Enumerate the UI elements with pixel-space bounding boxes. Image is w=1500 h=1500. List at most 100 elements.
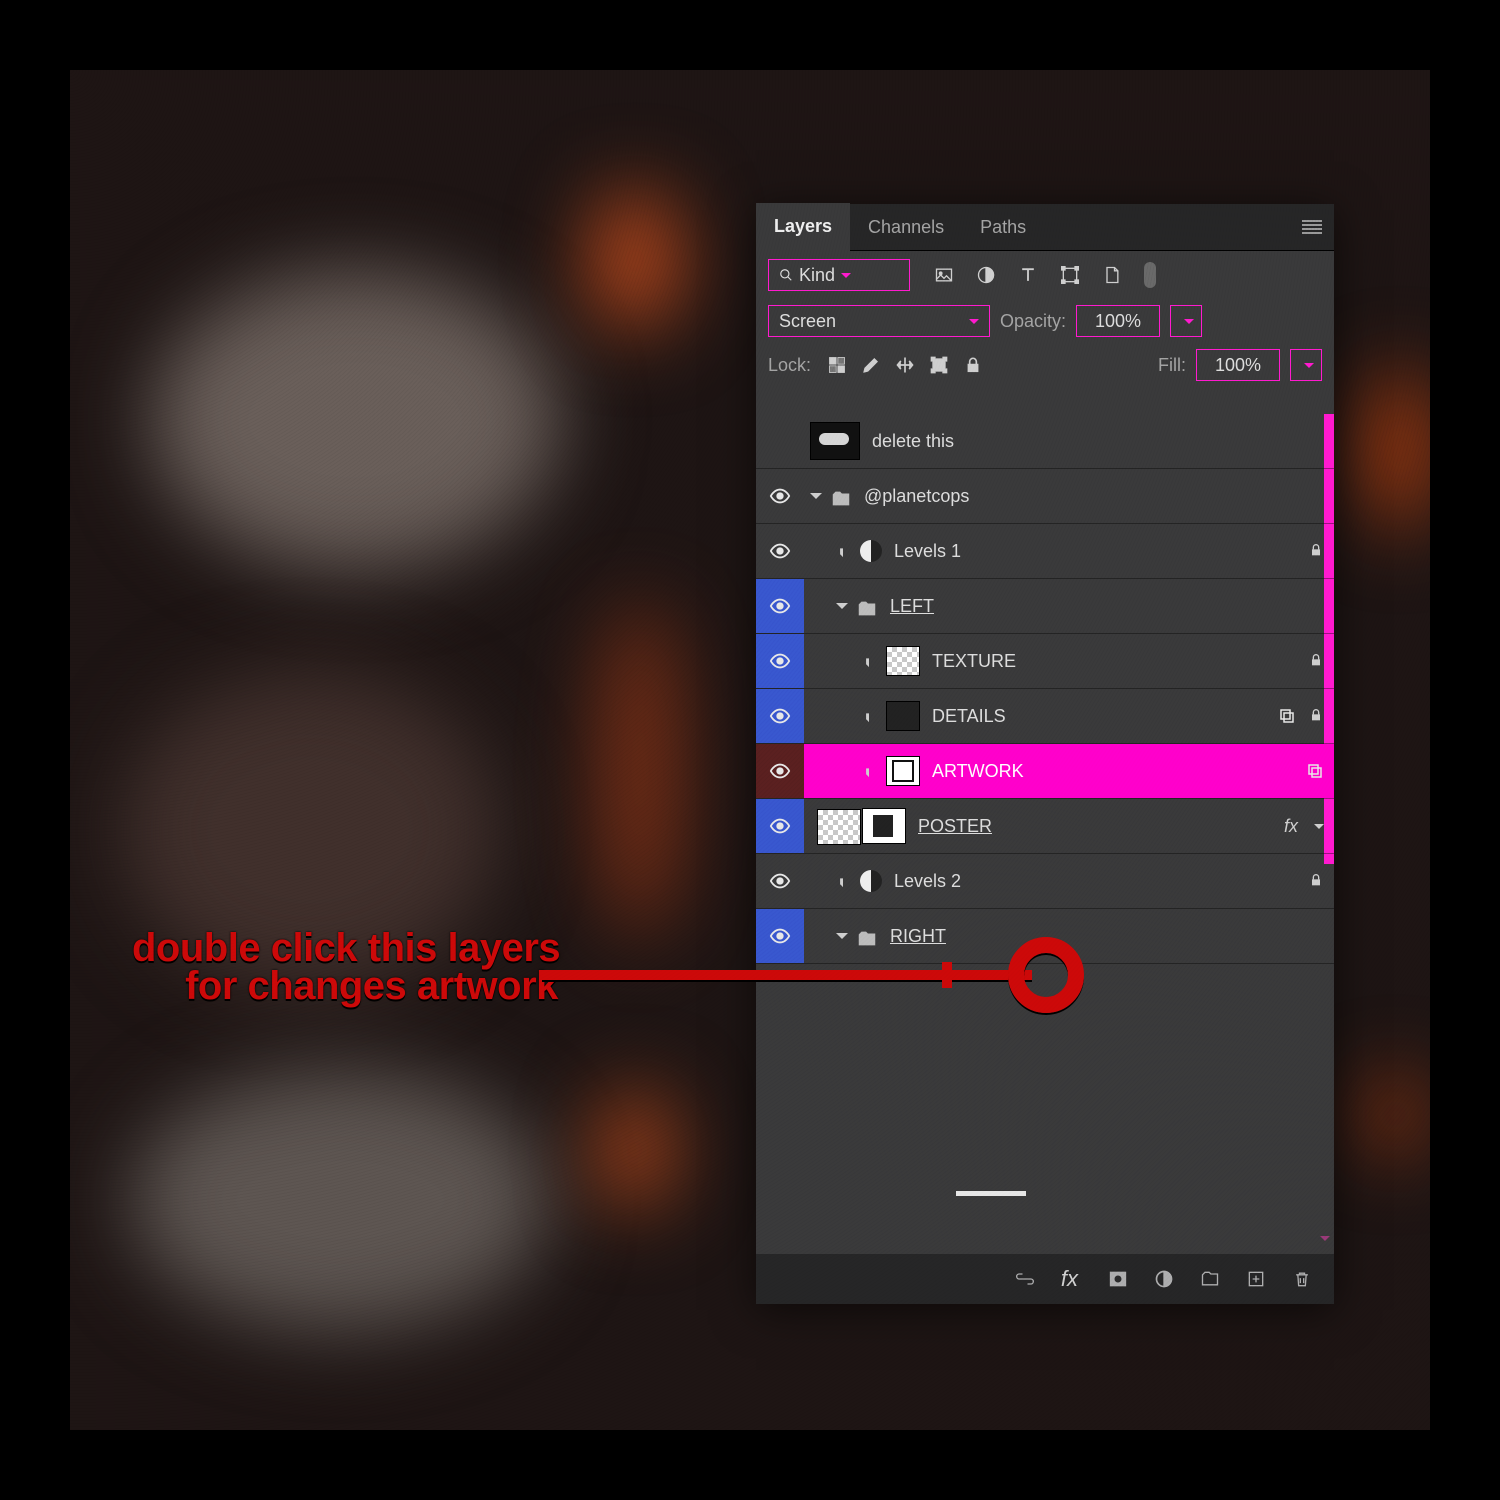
- expand-toggle-icon[interactable]: [810, 493, 822, 505]
- visibility-toggle[interactable]: [756, 414, 804, 468]
- tab-channels[interactable]: Channels: [850, 204, 962, 250]
- blend-row: Screen Opacity: 100%: [756, 299, 1334, 343]
- layer-row-texture[interactable]: TEXTURE: [756, 634, 1334, 689]
- fill-value-field[interactable]: 100%: [1196, 349, 1280, 381]
- tab-layers[interactable]: Layers: [756, 203, 850, 251]
- tab-paths[interactable]: Paths: [962, 204, 1044, 250]
- lock-transparent-icon[interactable]: [827, 355, 847, 375]
- layer-thumb[interactable]: [886, 646, 920, 676]
- layer-row-levels2[interactable]: Levels 2: [756, 854, 1334, 909]
- eye-icon: [769, 485, 791, 507]
- opacity-dropdown[interactable]: [1170, 305, 1202, 337]
- expand-toggle-icon[interactable]: [836, 603, 848, 615]
- lock-label: Lock:: [768, 355, 811, 376]
- layer-name[interactable]: DETAILS: [932, 706, 1006, 727]
- layer-row-artwork[interactable]: ARTWORK: [756, 744, 1334, 799]
- smart-object-icon: [1306, 762, 1324, 780]
- layer-name[interactable]: Levels 1: [894, 541, 961, 562]
- adjustment-icon: [860, 540, 882, 562]
- opacity-value-field[interactable]: 100%: [1076, 305, 1160, 337]
- layer-thumb[interactable]: [886, 756, 920, 786]
- visibility-toggle[interactable]: [756, 744, 804, 798]
- layer-row-details[interactable]: DETAILS: [756, 689, 1334, 744]
- layer-name[interactable]: ARTWORK: [932, 761, 1024, 782]
- filter-type-icon[interactable]: [1018, 265, 1038, 285]
- eye-icon: [769, 540, 791, 562]
- layer-name[interactable]: POSTER: [918, 816, 992, 837]
- visibility-toggle[interactable]: [756, 469, 804, 523]
- add-adjustment-icon[interactable]: [1154, 1269, 1174, 1289]
- clip-icon: [862, 654, 876, 668]
- layer-thumb[interactable]: [810, 422, 860, 460]
- folder-icon: [856, 598, 878, 614]
- opacity-label: Opacity:: [1000, 311, 1066, 332]
- add-layer-icon[interactable]: [1246, 1269, 1266, 1289]
- link-layers-icon[interactable]: [1015, 1269, 1035, 1289]
- filter-pixel-icon[interactable]: [934, 265, 954, 285]
- visibility-toggle[interactable]: [756, 524, 804, 578]
- visibility-toggle[interactable]: [756, 634, 804, 688]
- filter-adjust-icon[interactable]: [976, 265, 996, 285]
- layer-name[interactable]: TEXTURE: [932, 651, 1016, 672]
- lock-position-icon[interactable]: [895, 355, 915, 375]
- fill-dropdown[interactable]: [1290, 349, 1322, 381]
- delete-layer-icon[interactable]: [1292, 1269, 1312, 1289]
- visibility-toggle[interactable]: [756, 799, 804, 853]
- layer-name[interactable]: Levels 2: [894, 871, 961, 892]
- folder-icon: [830, 488, 852, 504]
- layer-row-left[interactable]: LEFT: [756, 579, 1334, 634]
- lock-paint-icon[interactable]: [861, 355, 881, 375]
- layer-row-planetcops[interactable]: @planetcops: [756, 469, 1334, 524]
- fx-indicator[interactable]: fx: [1284, 816, 1298, 837]
- instruction-arrow: [542, 970, 1032, 980]
- visibility-toggle[interactable]: [756, 689, 804, 743]
- opacity-value-text: 100%: [1095, 311, 1141, 332]
- add-mask-icon[interactable]: [1108, 1269, 1128, 1289]
- layers-panel: Layers Channels Paths Kind Sc: [756, 204, 1334, 1304]
- eye-icon: [769, 705, 791, 727]
- blend-mode-dropdown[interactable]: Screen: [768, 305, 990, 337]
- lock-artboard-icon[interactable]: [929, 355, 949, 375]
- layer-name[interactable]: LEFT: [890, 596, 934, 617]
- filter-smart-icon[interactable]: [1102, 265, 1122, 285]
- lock-icon: [1308, 542, 1324, 560]
- layer-row-delete[interactable]: delete this: [756, 414, 1334, 469]
- add-group-icon[interactable]: [1200, 1269, 1220, 1289]
- fill-value-text: 100%: [1215, 355, 1261, 376]
- chevron-down-icon: [969, 319, 979, 329]
- expand-toggle-icon[interactable]: [836, 933, 848, 945]
- thumb-resize-handle[interactable]: [956, 1191, 1026, 1196]
- filter-color-icon[interactable]: [1144, 262, 1156, 288]
- filter-kind-label: Kind: [799, 265, 835, 286]
- layer-thumb[interactable]: [886, 701, 920, 731]
- search-icon: [779, 268, 793, 282]
- lock-icon: [1308, 652, 1324, 670]
- filter-row: Kind: [756, 251, 1334, 299]
- visibility-toggle[interactable]: [756, 854, 804, 908]
- layer-name[interactable]: delete this: [872, 431, 954, 452]
- layer-name[interactable]: @planetcops: [864, 486, 969, 507]
- filter-kind-dropdown[interactable]: Kind: [768, 259, 910, 291]
- layer-row-levels1[interactable]: Levels 1: [756, 524, 1334, 579]
- visibility-toggle[interactable]: [756, 579, 804, 633]
- clip-icon: [836, 544, 850, 558]
- chevron-down-icon[interactable]: [1314, 824, 1324, 834]
- panel-menu-icon[interactable]: [1302, 220, 1322, 234]
- eye-icon: [769, 870, 791, 892]
- filter-shape-icon[interactable]: [1060, 265, 1080, 285]
- eye-icon: [769, 650, 791, 672]
- layer-thumb[interactable]: [862, 808, 906, 844]
- instruction-highlight-ring: [1008, 937, 1084, 1013]
- eye-icon: [769, 925, 791, 947]
- layer-row-poster[interactable]: POSTER fx: [756, 799, 1334, 854]
- layer-footer: fx: [756, 1254, 1334, 1304]
- layer-name[interactable]: RIGHT: [890, 926, 946, 947]
- eye-icon: [769, 595, 791, 617]
- clip-icon: [862, 709, 876, 723]
- lock-all-icon[interactable]: [963, 355, 983, 375]
- chevron-down-icon: [1304, 363, 1314, 373]
- folder-icon: [856, 928, 878, 944]
- visibility-toggle[interactable]: [756, 909, 804, 963]
- eye-icon: [769, 815, 791, 837]
- layer-fx-icon[interactable]: fx: [1061, 1266, 1078, 1292]
